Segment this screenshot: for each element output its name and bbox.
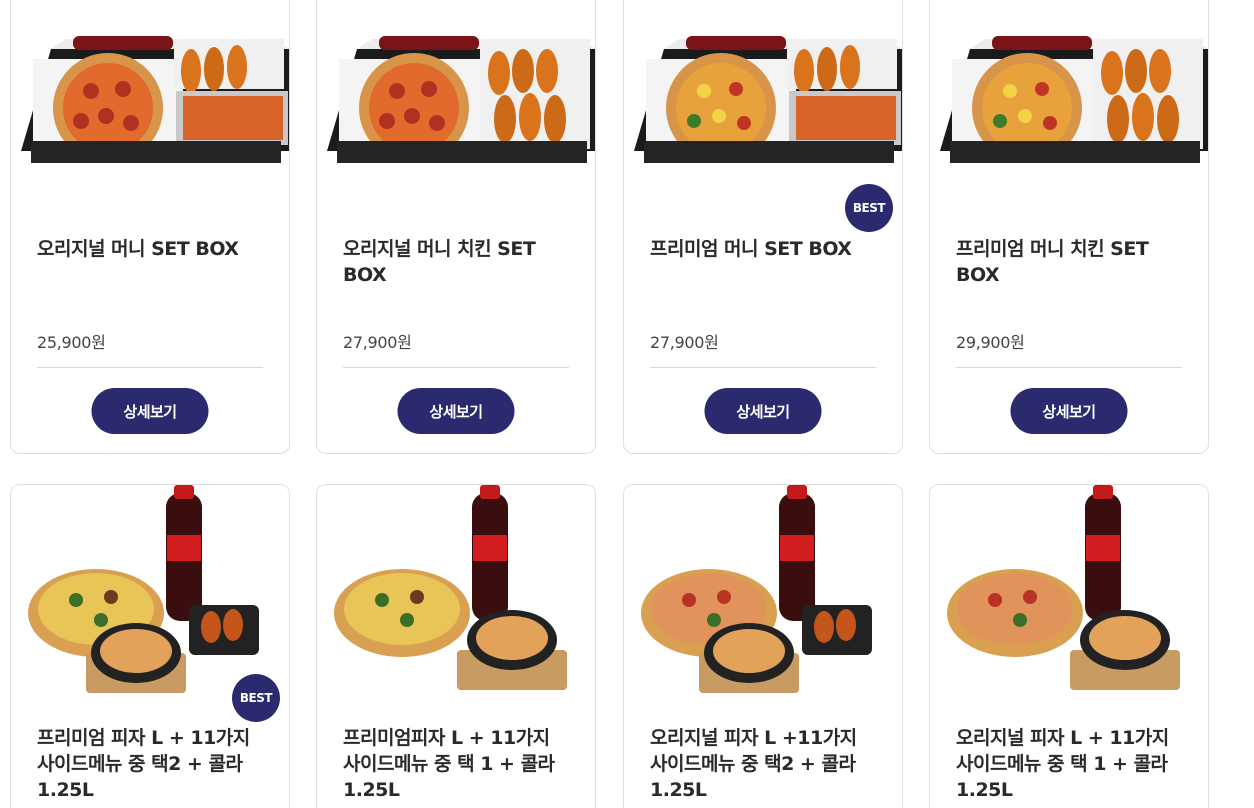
best-badge: BEST bbox=[845, 184, 893, 232]
product-card[interactable]: 오리지널 머니 SET BOX 25,900원 상세보기 bbox=[10, 0, 290, 454]
product-title[interactable]: 프리미엄 피자 L + 11가지 사이드메뉴 중 택2 + 콜라 1.25L bbox=[37, 725, 263, 803]
product-card[interactable]: 오리지널 피자 L + 11가지 사이드메뉴 중 택 1 + 콜라 1.25L bbox=[929, 484, 1209, 808]
product-image[interactable] bbox=[930, 0, 1208, 215]
product-title[interactable]: 오리지널 피자 L +11가지 사이드메뉴 중 택2 + 콜라 1.25L bbox=[650, 725, 876, 803]
divider bbox=[650, 367, 876, 368]
product-image[interactable] bbox=[624, 485, 902, 709]
product-price: 29,900원 bbox=[956, 333, 1025, 352]
product-image[interactable] bbox=[930, 485, 1208, 709]
product-card[interactable]: 오리지널 머니 치킨 SET BOX 27,900원 상세보기 bbox=[316, 0, 596, 454]
best-badge: BEST bbox=[232, 674, 280, 722]
product-card[interactable]: BEST 프리미엄 머니 SET BOX 27,900원 상세보기 bbox=[623, 0, 903, 454]
product-card[interactable]: 오리지널 피자 L +11가지 사이드메뉴 중 택2 + 콜라 1.25L bbox=[623, 484, 903, 808]
product-title[interactable]: 프리미엄 머니 SET BOX bbox=[650, 236, 876, 262]
product-card[interactable]: 프리미엄피자 L + 11가지 사이드메뉴 중 택 1 + 콜라 1.25L bbox=[316, 484, 596, 808]
product-title[interactable]: 프리미엄피자 L + 11가지 사이드메뉴 중 택 1 + 콜라 1.25L bbox=[343, 725, 569, 803]
product-image[interactable] bbox=[317, 0, 595, 215]
product-card[interactable]: BEST 프리미엄 피자 L + 11가지 사이드메뉴 중 택2 + 콜라 1.… bbox=[10, 484, 290, 808]
detail-button[interactable]: 상세보기 bbox=[704, 388, 822, 434]
divider bbox=[956, 367, 1182, 368]
detail-button[interactable]: 상세보기 bbox=[397, 388, 515, 434]
product-price: 27,900원 bbox=[343, 333, 412, 352]
product-title[interactable]: 오리지널 머니 치킨 SET BOX bbox=[343, 236, 569, 288]
product-price: 27,900원 bbox=[650, 333, 719, 352]
product-title[interactable]: 오리지널 머니 SET BOX bbox=[37, 236, 263, 262]
product-title[interactable]: 오리지널 피자 L + 11가지 사이드메뉴 중 택 1 + 콜라 1.25L bbox=[956, 725, 1182, 803]
detail-button[interactable]: 상세보기 bbox=[1010, 388, 1128, 434]
divider bbox=[37, 367, 263, 368]
product-price: 25,900원 bbox=[37, 333, 106, 352]
product-image[interactable] bbox=[624, 0, 902, 215]
detail-button[interactable]: 상세보기 bbox=[91, 388, 209, 434]
product-card[interactable]: 프리미엄 머니 치킨 SET BOX 29,900원 상세보기 bbox=[929, 0, 1209, 454]
product-image[interactable] bbox=[317, 485, 595, 709]
product-title[interactable]: 프리미엄 머니 치킨 SET BOX bbox=[956, 236, 1182, 288]
product-image[interactable] bbox=[11, 0, 289, 215]
divider bbox=[343, 367, 569, 368]
